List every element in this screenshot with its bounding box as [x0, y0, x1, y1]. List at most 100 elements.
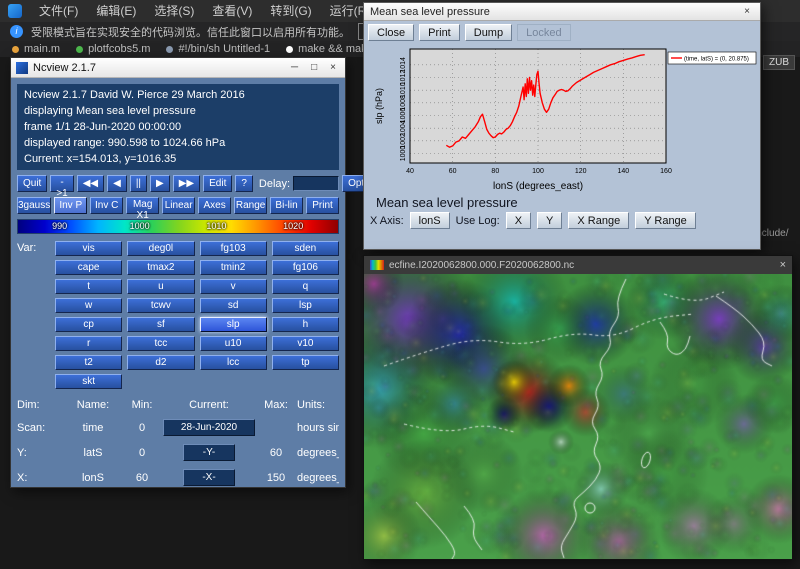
var-button-d2[interactable]: d2: [127, 355, 194, 370]
editor-tab-plotfcobs5-m[interactable]: plotfcobs5.m: [76, 43, 150, 55]
nc-btn-3gauss[interactable]: 3gauss: [17, 197, 51, 214]
var-button-u10[interactable]: u10: [200, 336, 267, 351]
var-button-sd[interactable]: sd: [200, 298, 267, 313]
locked-button[interactable]: Locked: [517, 24, 570, 41]
close-button[interactable]: ×: [780, 259, 786, 271]
nc-btn-item[interactable]: ◀: [107, 175, 127, 192]
var-button-tmin2[interactable]: tmin2: [200, 260, 267, 275]
var-button-v[interactable]: v: [200, 279, 267, 294]
map-window: ecfine.I2020062800.000.F2020062800.nc ×: [363, 255, 793, 560]
y-range-button[interactable]: Y Range: [635, 212, 696, 229]
var-button-w[interactable]: w: [55, 298, 122, 313]
menu-item-查看-v[interactable]: 查看(V): [203, 0, 261, 22]
colorbar[interactable]: 990100010101020: [17, 219, 339, 234]
dim-header-dim: Dim:: [17, 399, 63, 411]
var-button-tmax2[interactable]: tmax2: [127, 260, 194, 275]
log-x-button[interactable]: X: [506, 212, 531, 229]
var-button-lcc[interactable]: lcc: [200, 355, 267, 370]
nc-btn-item[interactable]: ◀◀: [77, 175, 104, 192]
var-button-v10[interactable]: v10: [272, 336, 339, 351]
nc-btn-mag-x1[interactable]: Mag X1: [126, 197, 159, 214]
var-button-h[interactable]: h: [272, 317, 339, 332]
var-button-skt[interactable]: skt: [55, 374, 122, 389]
info-icon: i: [10, 25, 23, 38]
dim-current-button-time[interactable]: 28-Jun-2020: [163, 419, 255, 436]
svg-text:120: 120: [575, 168, 587, 175]
nc-btn-inv-p[interactable]: Inv P: [54, 197, 87, 214]
var-button-tcc[interactable]: tcc: [127, 336, 194, 351]
nc-btn-axes[interactable]: Axes: [198, 197, 231, 214]
x-axis-variable-button[interactable]: lonS: [410, 212, 450, 229]
zub-badge[interactable]: ZUB: [763, 55, 795, 70]
dim-current-button-lats[interactable]: -Y-: [183, 444, 235, 461]
tab-label: plotfcobs5.m: [88, 43, 150, 55]
variable-panel: Var: visdeg0lfg103sdencapetmax2tmin2fg10…: [17, 241, 339, 389]
var-button-r[interactable]: r: [55, 336, 122, 351]
nc-btn-bi-lin[interactable]: Bi-lin: [270, 197, 303, 214]
maximize-button[interactable]: □: [307, 62, 321, 73]
menu-item-文件-f[interactable]: 文件(F): [30, 0, 87, 22]
var-button-lsp[interactable]: lsp: [272, 298, 339, 313]
var-button-t[interactable]: t: [55, 279, 122, 294]
var-button-fg103[interactable]: fg103: [200, 241, 267, 256]
dim-row-label-x: X:: [17, 472, 63, 484]
plot-titlebar[interactable]: Mean sea level pressure ×: [364, 3, 760, 21]
close-button[interactable]: ×: [326, 62, 340, 73]
menu-item-转到-g[interactable]: 转到(G): [261, 0, 320, 22]
nc-btn-1[interactable]: ->1: [50, 175, 73, 192]
nc-btn-item[interactable]: ?: [235, 175, 253, 192]
var-button-u[interactable]: u: [127, 279, 194, 294]
colorbar-label: 1010: [206, 221, 226, 231]
nc-btn-edit[interactable]: Edit: [203, 175, 232, 192]
var-button-sf[interactable]: sf: [127, 317, 194, 332]
close-plot-button[interactable]: Close: [368, 24, 414, 41]
nc-btn-quit[interactable]: Quit: [17, 175, 47, 192]
svg-text:40: 40: [406, 168, 414, 175]
slp-line-chart[interactable]: 4060801001201401601000100210041006100810…: [368, 43, 758, 193]
nc-btn-item[interactable]: ▶: [150, 175, 170, 192]
dim-min: 0: [123, 422, 161, 434]
var-button-deg0l[interactable]: deg0l: [127, 241, 194, 256]
var-button-sden[interactable]: sden: [272, 241, 339, 256]
editor-tab-bin-sh-untitled-1[interactable]: #!/bin/sh Untitled-1: [166, 43, 270, 55]
menu-item-选择-s[interactable]: 选择(S): [145, 0, 203, 22]
var-button-fg106[interactable]: fg106: [272, 260, 339, 275]
minimize-button[interactable]: ─: [287, 62, 302, 73]
nc-btn-range[interactable]: Range: [234, 197, 267, 214]
menu-item-编辑-e[interactable]: 编辑(E): [87, 0, 145, 22]
var-button-cape[interactable]: cape: [55, 260, 122, 275]
nc-btn-inv-c[interactable]: Inv C: [90, 197, 123, 214]
plot-window: Mean sea level pressure × Close Print Du…: [363, 2, 761, 250]
var-button-slp[interactable]: slp: [200, 317, 267, 332]
var-button-vis[interactable]: vis: [55, 241, 122, 256]
app-icon: [8, 4, 22, 18]
dim-header-units: Units:: [297, 399, 339, 411]
use-log-label: Use Log:: [456, 215, 500, 227]
nc-btn-print[interactable]: Print: [306, 197, 339, 214]
nc-btn-item[interactable]: ||: [130, 175, 147, 192]
ncview-titlebar[interactable]: Ncview 2.1.7 ─ □ ×: [11, 58, 345, 78]
map-titlebar[interactable]: ecfine.I2020062800.000.F2020062800.nc ×: [364, 256, 792, 274]
colorbar-label: 990: [52, 221, 67, 231]
slp-field-map[interactable]: [364, 274, 792, 559]
var-button-cp[interactable]: cp: [55, 317, 122, 332]
svg-text:slp (hPa): slp (hPa): [374, 88, 384, 124]
dump-button[interactable]: Dump: [465, 24, 512, 41]
nc-btn-item[interactable]: ▶▶: [173, 175, 200, 192]
plot-axis-controls: X Axis: lonS Use Log: X Y X Range Y Rang…: [368, 212, 756, 229]
nc-btn-linear[interactable]: Linear: [162, 197, 195, 214]
delay-input[interactable]: [293, 176, 339, 191]
dimension-table: Dim:Name:Min:Current:Max:Units:Scan:time…: [17, 399, 339, 486]
var-button-tp[interactable]: tp: [272, 355, 339, 370]
editor-tab-main-m[interactable]: main.m: [12, 43, 60, 55]
print-button[interactable]: Print: [419, 24, 460, 41]
var-button-tcwv[interactable]: tcwv: [127, 298, 194, 313]
close-button[interactable]: ×: [740, 6, 754, 17]
banner-text: 受限模式旨在实现安全的代码浏览。信任此窗口以启用所有功能。: [31, 24, 350, 40]
var-button-q[interactable]: q: [272, 279, 339, 294]
dim-current-button-lons[interactable]: -X-: [183, 469, 235, 486]
log-y-button[interactable]: Y: [537, 212, 562, 229]
x-range-button[interactable]: X Range: [568, 212, 629, 229]
variable-grid: vis deg0l fg103 sden cape tmax2 tmin2 fg106 tuvq…: [55, 241, 339, 389]
var-button-t2[interactable]: t2: [55, 355, 122, 370]
